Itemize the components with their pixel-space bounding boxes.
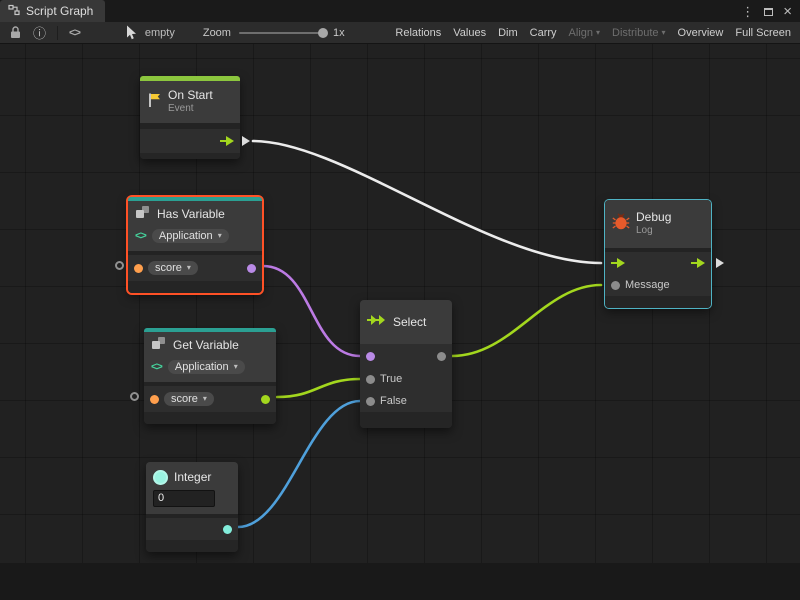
titlebar: Script Graph ⋮ × [0,0,800,22]
node-title: Debug [636,210,671,225]
variable-boxes-icon [151,336,167,355]
zoom-slider[interactable] [239,32,325,34]
scope-icon: <> [135,230,146,242]
zoom-value: 1x [333,27,345,39]
flow-output-port[interactable] [691,258,705,268]
wire-on-start-to-debug-log [253,141,601,263]
graph-canvas[interactable]: On Start Event [0,44,800,600]
value-output-port[interactable] [261,395,270,404]
integer-value-input[interactable] [153,490,215,507]
variable-name-input-port[interactable] [150,395,159,404]
node-title: Integer [174,470,211,484]
node-debug-log[interactable]: Debug Log Message [605,200,711,308]
close-icon[interactable]: × [783,4,792,19]
distribute-button[interactable]: Distribute ▾ [607,25,670,41]
variable-name-dropdown[interactable]: score ▾ [164,392,214,406]
scope-dropdown[interactable]: Application ▾ [152,229,229,243]
bug-icon [612,213,630,235]
message-port-label: Message [625,279,670,291]
tab-script-graph[interactable]: Script Graph [0,0,105,22]
false-input-port[interactable] [366,397,375,406]
flow-carry-arrow [242,136,250,146]
scope-value: Application [159,230,213,242]
graph-icon [8,4,20,19]
node-integer[interactable]: Integer [146,462,238,552]
wire-select-to-debug-log-message [452,285,601,356]
zoom-control: Zoom 1x [203,27,345,39]
zoom-slider-knob[interactable] [318,28,328,38]
true-port-label: True [380,373,402,385]
flag-icon [147,92,162,113]
wire-has-variable-to-select [263,266,360,356]
node-has-variable[interactable]: Has Variable <> Application ▾ score ▾ [128,197,262,293]
distribute-label: Distribute [612,27,658,39]
chevron-down-icon: ▾ [662,29,666,37]
script-graph-window: Script Graph ⋮ × ⓘ <> empty Zoom 1x Rela… [0,0,800,600]
window-controls: ⋮ × [741,0,800,22]
scope-value: Application [175,361,229,373]
bool-output-port[interactable] [247,264,256,273]
chevron-down-icon: ▾ [218,232,222,240]
selection-output-port[interactable] [437,352,446,361]
flow-carry-arrow [716,258,724,268]
unconnected-input-port[interactable] [115,261,124,270]
lock-icon[interactable] [4,22,27,43]
zoom-label: Zoom [203,27,231,39]
condition-input-port[interactable] [366,352,375,361]
node-on-start[interactable]: On Start Event [140,76,240,159]
flow-output-port[interactable] [220,136,234,146]
false-port-label: False [380,395,407,407]
node-select[interactable]: Select True False [360,300,452,428]
dim-button[interactable]: Dim [493,25,523,41]
info-icon[interactable]: ⓘ [27,22,52,43]
variable-boxes-icon [135,205,151,224]
overview-button[interactable]: Overview [673,25,729,41]
full-screen-button[interactable]: Full Screen [730,25,796,41]
tab-title: Script Graph [26,4,93,18]
carry-button[interactable]: Carry [525,25,562,41]
true-input-port[interactable] [366,375,375,384]
variable-name-value: score [171,393,198,405]
node-get-variable[interactable]: Get Variable <> Application ▾ score ▾ [144,328,276,424]
node-title: Select [393,315,426,329]
canvas-edge [0,563,800,600]
variable-name-dropdown[interactable]: score ▾ [148,261,198,275]
node-subtitle: Event [168,103,213,116]
variable-name-input-port[interactable] [134,264,143,273]
chevron-down-icon: ▾ [187,264,191,272]
cursor-icon [120,22,143,43]
relations-button[interactable]: Relations [390,25,446,41]
integer-icon [153,470,168,485]
node-title: On Start [168,88,213,103]
values-button[interactable]: Values [448,25,491,41]
align-label: Align [569,27,593,39]
scope-dropdown[interactable]: Application ▾ [168,360,245,374]
align-button[interactable]: Align ▾ [564,25,605,41]
node-subtitle: Log [636,225,671,238]
variable-name-value: score [155,262,182,274]
selection-status: empty [145,27,175,39]
menu-icon[interactable]: ⋮ [741,5,754,18]
graph-toolbar: ⓘ <> empty Zoom 1x Relations Values Dim … [0,22,800,44]
select-arrows-icon [367,313,387,331]
code-brackets-icon[interactable]: <> [63,22,86,43]
chevron-down-icon: ▾ [234,363,238,371]
unconnected-input-port[interactable] [130,392,139,401]
node-title: Has Variable [157,207,225,221]
flow-input-port[interactable] [611,258,625,268]
scope-icon: <> [151,361,162,373]
message-input-port[interactable] [611,281,620,290]
node-title: Get Variable [173,338,239,352]
chevron-down-icon: ▾ [203,395,207,403]
toolbar-buttons: Relations Values Dim Carry Align ▾ Distr… [390,25,796,41]
chevron-down-icon: ▾ [596,29,600,37]
maximize-icon[interactable] [764,5,773,18]
toolbar-divider [57,26,58,40]
wire-get-variable-to-select-true [277,379,360,397]
integer-output-port[interactable] [223,525,232,534]
